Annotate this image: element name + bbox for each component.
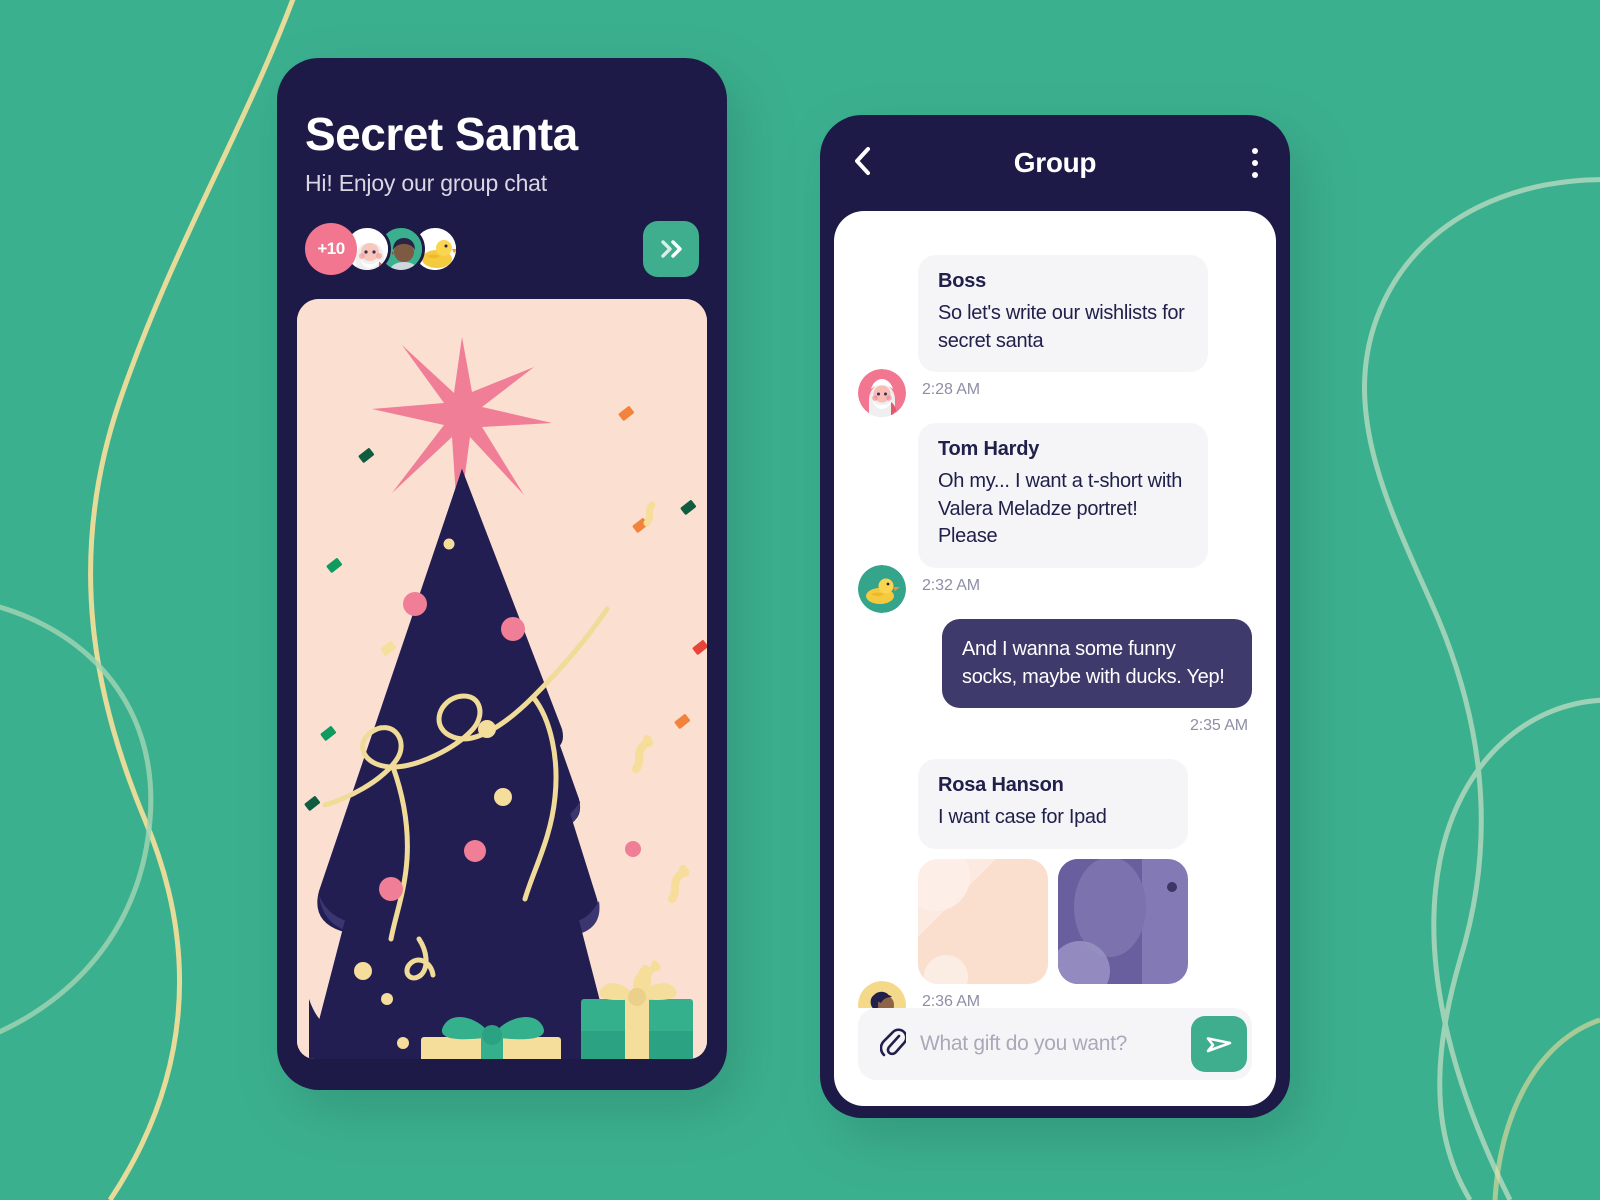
ipad-case-peach-thumbnail[interactable] — [918, 858, 1048, 984]
members-row: +10 — [277, 197, 727, 278]
chevron-left-icon — [855, 146, 870, 175]
avatar-overflow-badge[interactable]: +10 — [305, 223, 357, 276]
hero-header: Secret Santa Hi! Enjoy our group chat — [277, 58, 727, 197]
message-item: Boss So let's write our wishlists for se… — [858, 255, 1252, 418]
christmas-illustration-card — [297, 299, 707, 1060]
woman-avatar[interactable] — [858, 980, 906, 1008]
message-text: Oh my... I want a t-short with Valera Me… — [938, 470, 1183, 548]
message-body: Rosa Hanson I want case for Ipad 2:36 AM — [918, 759, 1188, 1008]
message-text: I want case for Ipad — [938, 806, 1107, 829]
double-chevron-right-icon — [661, 240, 682, 258]
message-sender: Tom Hardy — [938, 438, 1040, 461]
paperclip-icon — [879, 1027, 908, 1056]
back-button[interactable] — [852, 145, 878, 182]
message-composer — [834, 1008, 1276, 1106]
message-sender: Boss — [938, 270, 987, 292]
send-plane-icon — [1206, 1037, 1232, 1053]
message-time: 2:28 AM — [922, 381, 981, 399]
message-list[interactable]: Boss So let's write our wishlists for se… — [834, 211, 1276, 1008]
message-item-outgoing: And I wanna some funny socks, maybe with… — [858, 618, 1252, 753]
message-bubble-outgoing: And I wanna some funny socks, maybe with… — [942, 618, 1252, 709]
message-time: 2:35 AM — [1189, 717, 1248, 735]
message-body: Tom Hardy Oh my... I want a t-short with… — [918, 423, 1208, 613]
overflow-menu-button[interactable] — [1252, 148, 1258, 178]
send-button[interactable] — [1191, 1016, 1247, 1072]
kebab-menu-icon — [1252, 148, 1258, 154]
chat-panel: Boss So let's write our wishlists for se… — [834, 211, 1276, 1106]
attachment-gallery — [918, 858, 1188, 984]
chat-topbar: Group — [820, 115, 1290, 211]
attach-button[interactable] — [879, 1027, 908, 1062]
page-title: Secret Santa — [305, 108, 578, 160]
message-time: 2:36 AM — [922, 992, 981, 1008]
phone-left: Secret Santa Hi! Enjoy our group chat +1… — [277, 58, 727, 1090]
message-item: Tom Hardy Oh my... I want a t-short with… — [858, 423, 1252, 613]
avatar-overflow-label: +10 — [317, 239, 345, 259]
avatar-group[interactable]: +10 — [305, 223, 459, 276]
message-body: Boss So let's write our wishlists for se… — [918, 255, 1208, 417]
message-item: Rosa Hanson I want case for Ipad 2:36 AM — [858, 759, 1252, 1008]
ipad-case-purple-thumbnail[interactable] — [1058, 858, 1188, 984]
phone-right: Group Boss So let's write our wishlists … — [820, 115, 1290, 1118]
page-subtitle: Hi! Enjoy our group chat — [305, 170, 547, 197]
message-text: And I wanna some funny socks, maybe with… — [962, 637, 1225, 688]
santa-avatar[interactable] — [858, 369, 906, 418]
message-text: So let's write our wishlists for secret … — [938, 302, 1185, 352]
background-decoration — [0, 0, 1600, 1200]
composer-field-wrapper — [858, 1008, 1252, 1080]
duck-avatar[interactable] — [858, 564, 906, 613]
message-sender: Rosa Hanson — [938, 774, 1064, 797]
message-input[interactable] — [920, 1032, 1191, 1056]
message-bubble: Rosa Hanson I want case for Ipad — [918, 759, 1188, 849]
message-bubble: Boss So let's write our wishlists for se… — [918, 255, 1208, 373]
chat-title: Group — [1013, 147, 1097, 178]
next-button[interactable] — [643, 221, 699, 278]
message-time: 2:32 AM — [922, 576, 981, 594]
message-body: And I wanna some funny socks, maybe with… — [942, 618, 1252, 753]
message-bubble: Tom Hardy Oh my... I want a t-short with… — [918, 423, 1208, 568]
